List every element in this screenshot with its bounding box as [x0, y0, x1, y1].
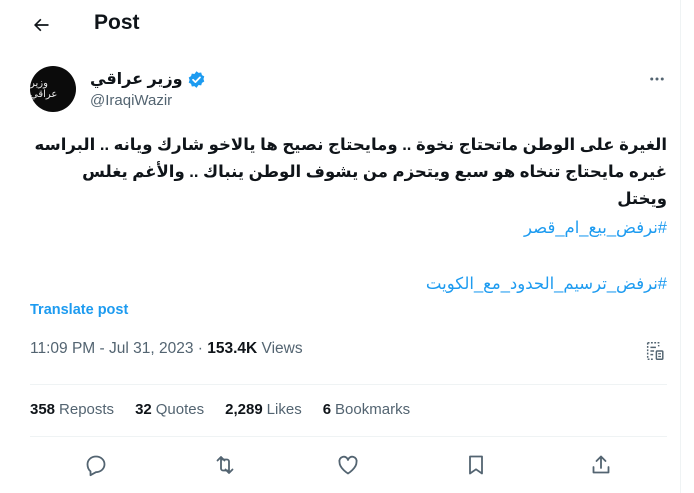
- reposts-stat[interactable]: 358 Reposts: [30, 401, 114, 418]
- divider: [30, 436, 667, 437]
- share-button[interactable]: [587, 451, 615, 479]
- author-block: وزير عراقي وزير عراقي @IraqiWazir: [30, 66, 670, 116]
- reposts-label: Reposts: [59, 401, 115, 418]
- repost-icon: [216, 456, 234, 474]
- repost-button[interactable]: [211, 451, 239, 479]
- bookmark-button[interactable]: [462, 451, 490, 479]
- bookmark-icon: [469, 455, 483, 475]
- reply-button[interactable]: [82, 451, 110, 479]
- post-text-line: الغيرة على الوطن ماتحتاج نخوة .. ومايحتا…: [34, 136, 667, 154]
- author-name-row[interactable]: وزير عراقي: [90, 69, 206, 89]
- quotes-stat[interactable]: 32 Quotes: [135, 401, 204, 418]
- more-icon: [650, 77, 664, 81]
- hashtag-link[interactable]: #نرفض_ترسيم_الحدود_مع_الكويت: [30, 274, 667, 294]
- like-icon: [338, 455, 358, 475]
- likes-stat[interactable]: 2,289 Likes: [225, 401, 302, 418]
- hashtag-link[interactable]: #نرفض_بيع_ام_قصر: [30, 218, 667, 238]
- post-time[interactable]: 11:09 PM: [30, 340, 95, 357]
- engagement-stats: 358 Reposts 32 Quotes 2,289 Likes 6 Bookmark…: [30, 401, 410, 418]
- reposts-count: 358: [30, 401, 56, 418]
- share-icon: [592, 455, 610, 474]
- quotes-label: Quotes: [155, 401, 205, 418]
- likes-count: 2,289: [225, 401, 263, 418]
- more-button[interactable]: [646, 68, 668, 90]
- bookmarks-stat[interactable]: 6 Bookmarks: [323, 401, 410, 418]
- post-detail-panel: Post وزير عراقي وزير عراقي @IraqiWazir ا…: [0, 0, 681, 493]
- divider: [30, 384, 667, 385]
- views-count: 153.4K: [207, 340, 258, 357]
- translate-post-link[interactable]: Translate post: [30, 302, 128, 318]
- author-handle[interactable]: @IraqiWazir: [90, 92, 172, 109]
- author-name[interactable]: وزير عراقي: [90, 69, 183, 89]
- views-label: Views: [261, 340, 303, 357]
- analytics-icon: [646, 342, 664, 360]
- avatar-text: وزير عراقي: [30, 78, 58, 100]
- post-text: الغيرة على الوطن ماتحتاج نخوة .. ومايحتا…: [30, 132, 667, 213]
- header: Post: [0, 0, 680, 50]
- analytics-button[interactable]: [644, 340, 666, 362]
- meta-separator: ·: [197, 340, 203, 357]
- avatar[interactable]: وزير عراقي: [30, 66, 76, 112]
- likes-label: Likes: [266, 401, 302, 418]
- reply-icon: [86, 455, 106, 477]
- bookmarks-label: Bookmarks: [335, 401, 411, 418]
- bookmarks-count: 6: [322, 401, 332, 418]
- quotes-count: 32: [135, 401, 152, 418]
- post-text-line: غيره مايحتاج تنخاه هو سبع ويتحزم من يشوف…: [82, 163, 667, 208]
- post-date[interactable]: Jul 31, 2023: [109, 340, 193, 357]
- verified-badge-icon[interactable]: [187, 70, 206, 89]
- back-arrow-icon: [34, 18, 49, 32]
- like-button[interactable]: [334, 451, 362, 479]
- back-button[interactable]: [28, 12, 54, 38]
- post-meta: 11:09 PM - Jul 31, 2023 · 153.4K Views: [30, 340, 303, 357]
- page-title: Post: [94, 11, 140, 34]
- action-bar: [70, 451, 630, 479]
